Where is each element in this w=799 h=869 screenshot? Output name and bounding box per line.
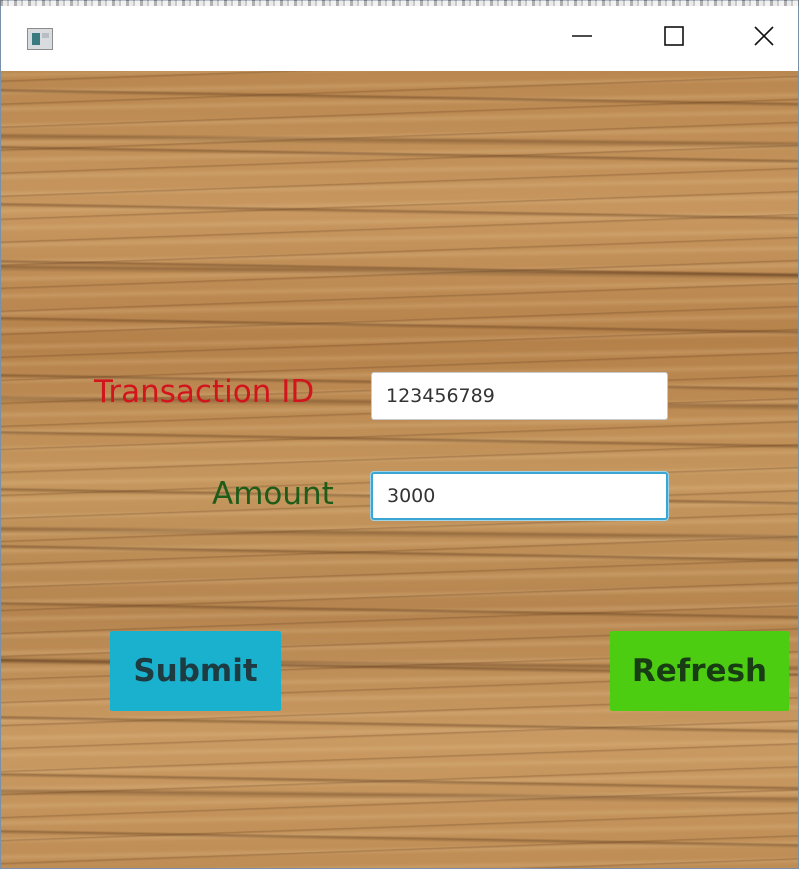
submit-button[interactable]: Submit xyxy=(110,631,281,711)
app-window: Transaction ID Amount Submit Refresh xyxy=(0,0,799,869)
refresh-button[interactable]: Refresh xyxy=(610,631,789,711)
minimize-icon xyxy=(572,35,592,37)
app-icon-mark-secondary xyxy=(42,33,49,38)
close-button[interactable] xyxy=(718,1,798,71)
transaction-id-label: Transaction ID xyxy=(94,374,315,410)
app-icon-mark xyxy=(32,33,40,45)
desktop-background-strip xyxy=(0,0,799,6)
amount-input[interactable] xyxy=(371,472,668,520)
title-bar[interactable] xyxy=(1,1,798,71)
close-icon xyxy=(754,26,774,46)
maximize-icon xyxy=(664,26,684,46)
amount-label: Amount xyxy=(212,476,334,512)
minimize-button[interactable] xyxy=(536,1,628,71)
app-icon[interactable] xyxy=(27,28,53,50)
transaction-id-input[interactable] xyxy=(371,372,668,420)
wood-background-panel: Transaction ID Amount Submit Refresh xyxy=(1,71,798,868)
maximize-button[interactable] xyxy=(628,1,720,71)
